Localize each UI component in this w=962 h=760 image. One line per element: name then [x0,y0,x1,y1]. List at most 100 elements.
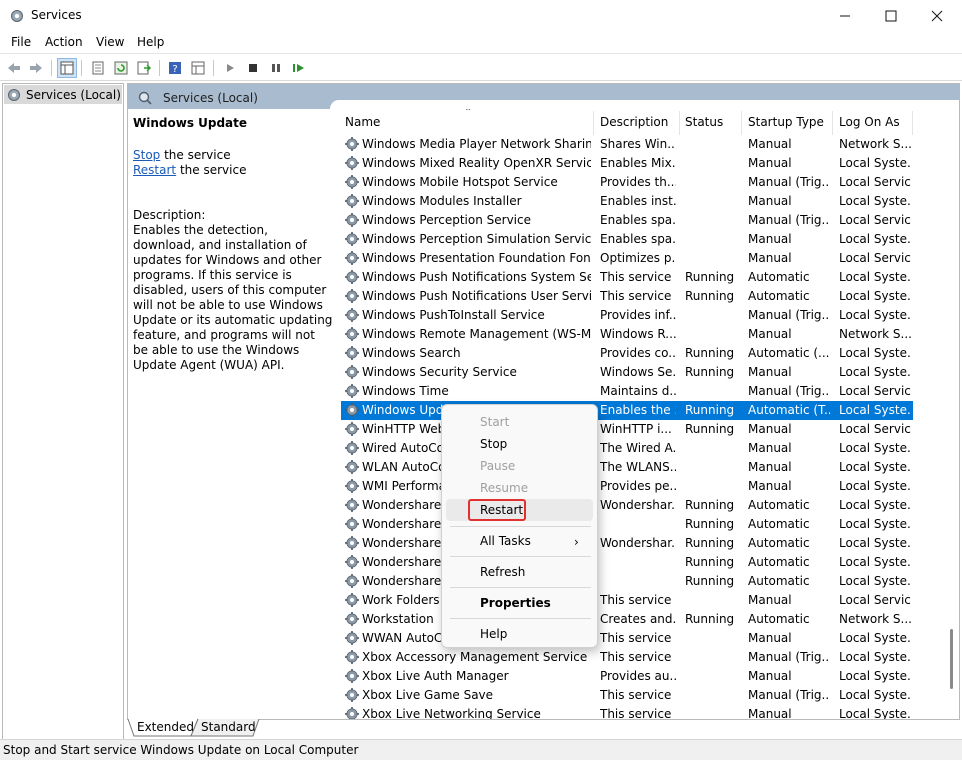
table-row[interactable]: Work FoldersThis service ...ManualLocal … [341,591,913,610]
export-list-button[interactable] [134,58,154,78]
table-row[interactable]: Windows Mixed Reality OpenXR Service Enab… [341,154,913,173]
service-gear-icon [344,497,360,513]
cell-startup-type: Manual [748,593,792,607]
column-name[interactable]: Name [345,115,380,129]
table-row[interactable]: Windows Mobile Hotspot Service Provides t… [341,173,913,192]
column-divider[interactable] [741,111,742,135]
table-row[interactable]: Windows Push Notifications System Servic… [341,268,913,287]
header-tab-curve [330,100,959,109]
table-row[interactable]: Windows Time Maintains d... Manual (Trig..… [341,382,913,401]
table-row[interactable]: Windows Push Notifications User Service_… [341,287,913,306]
column-startup-type[interactable]: Startup Type [748,115,824,129]
stop-service-button[interactable] [243,58,263,78]
menu-view[interactable]: View [96,35,124,49]
cell-startup-type: Manual [748,232,792,246]
cell-name: Windows Perception Service [362,213,531,227]
minimize-button[interactable] [822,0,868,31]
cell-log-on-as: Network S... [839,137,911,151]
cell-description: This service ... [600,688,676,702]
table-row[interactable]: Windows Security Service Windows Se... Run… [341,363,913,382]
vertical-scrollbar[interactable] [943,109,959,719]
menu-item-restart[interactable]: Restart [480,503,523,517]
cell-description: Optimizes p... [600,251,676,265]
cell-startup-type: Manual [748,441,792,455]
table-row[interactable]: Windows Perception Service Enables spa...… [341,211,913,230]
table-row[interactable]: Xbox Live Game Save This service ... Manua… [341,686,913,705]
show-hide-tree-button[interactable] [57,58,77,78]
cell-startup-type: Manual [748,479,792,493]
service-gear-icon [344,402,360,418]
stop-link[interactable]: Stop [133,148,160,162]
table-row[interactable]: Windows Presentation Foundation Font C..… [341,249,913,268]
back-button[interactable] [4,58,24,78]
cell-startup-type: Manual [748,460,792,474]
table-row[interactable]: Windows UpdaEnables the ...RunningAutoma… [341,401,913,420]
column-status[interactable]: Status [685,115,723,129]
menu-help[interactable]: Help [137,35,164,49]
search-magnifier-icon [138,91,152,105]
restart-service-button[interactable] [289,58,309,78]
column-divider[interactable] [832,111,833,135]
close-button[interactable] [914,0,960,31]
help-toolbar-button[interactable]: ? [165,58,185,78]
table-row[interactable]: WLAN AutoCo The WLANS... Manual Local Syste… [341,458,913,477]
table-row[interactable]: Windows Search Provides co... Running Autom… [341,344,913,363]
maximize-button[interactable] [868,0,914,31]
refresh-toolbar-button[interactable] [111,58,131,78]
cell-startup-type: Manual [748,365,792,379]
cell-log-on-as: Network S... [839,612,911,626]
table-row[interactable]: Wondershare Ir Wondershar... Running Automa… [341,534,913,553]
service-gear-icon [344,687,360,703]
column-divider[interactable] [593,111,594,135]
cell-status: Running [685,289,735,303]
menu-separator [450,526,591,527]
cell-log-on-as: Local Service [839,593,911,607]
tree-item-services-local[interactable]: Services (Local) [4,85,122,104]
column-description[interactable]: Description [600,115,668,129]
tab-standard[interactable]: Standard [191,718,266,737]
start-service-button[interactable] [220,58,240,78]
cell-description: Enables spa... [600,232,676,246]
restart-link[interactable]: Restart [133,163,176,177]
play-icon [227,64,234,72]
column-divider[interactable] [679,111,680,135]
table-row[interactable]: Windows Media Player Network Sharing S..… [341,135,913,154]
table-row[interactable]: WWAN AutoCoThis service ...ManualLocal S… [341,629,913,648]
table-row[interactable]: Xbox Live Auth Manager Provides au... Manu… [341,667,913,686]
service-gear-icon [344,136,360,152]
menu-item-properties[interactable]: Properties [480,596,551,610]
cell-name: Windows Time [362,384,449,398]
cell-log-on-as: Local Service [839,251,911,265]
column-log-on-as[interactable]: Log On As [839,115,900,129]
table-row[interactable]: Wondershare w Running Automatic Local Syste… [341,553,913,572]
table-row[interactable]: Wondershare D Running Automatic Local Syste… [341,515,913,534]
service-gear-icon [344,250,360,266]
menu-file[interactable]: File [11,35,31,49]
table-row[interactable]: Windows PushToInstall Service Provides in… [341,306,913,325]
table-row[interactable]: Windows Perception Simulation Service Ena… [341,230,913,249]
service-gear-icon [344,668,360,684]
view-toolbar-button[interactable] [188,58,208,78]
cell-startup-type: Manual [748,251,792,265]
table-row[interactable]: WMI Performar Provides pe... Manual Local S… [341,477,913,496]
table-row[interactable]: Workstation Creates and... Running Automati… [341,610,913,629]
properties-toolbar-button[interactable] [88,58,108,78]
table-row[interactable]: Windows Modules Installer Enables inst...… [341,192,913,211]
column-divider[interactable] [912,111,913,135]
scrollbar-thumb[interactable] [950,629,953,689]
menu-item-all-tasks[interactable]: All Tasks [480,534,531,548]
menu-item-stop[interactable]: Stop [480,437,507,451]
table-row[interactable]: Xbox Live Networking Service This service… [341,705,913,719]
cell-status: Running [685,346,735,360]
menu-action[interactable]: Action [45,35,83,49]
table-row[interactable]: WinHTTP Web WinHTTP i... Running Manual Loca… [341,420,913,439]
table-row[interactable]: Windows Remote Management (WS-Man... Wind… [341,325,913,344]
menu-item-help[interactable]: Help [480,627,507,641]
table-row[interactable]: Xbox Accessory Management Service This se… [341,648,913,667]
table-row[interactable]: Wondershare A Wondershar... Running Automat… [341,496,913,515]
table-row[interactable]: Wired AutoCo The Wired A... Manual Local Sy… [341,439,913,458]
table-row[interactable]: Wondershare W Running Automatic Local Syste… [341,572,913,591]
menu-item-refresh[interactable]: Refresh [480,565,525,579]
pause-service-button[interactable] [266,58,286,78]
forward-button[interactable] [26,58,46,78]
